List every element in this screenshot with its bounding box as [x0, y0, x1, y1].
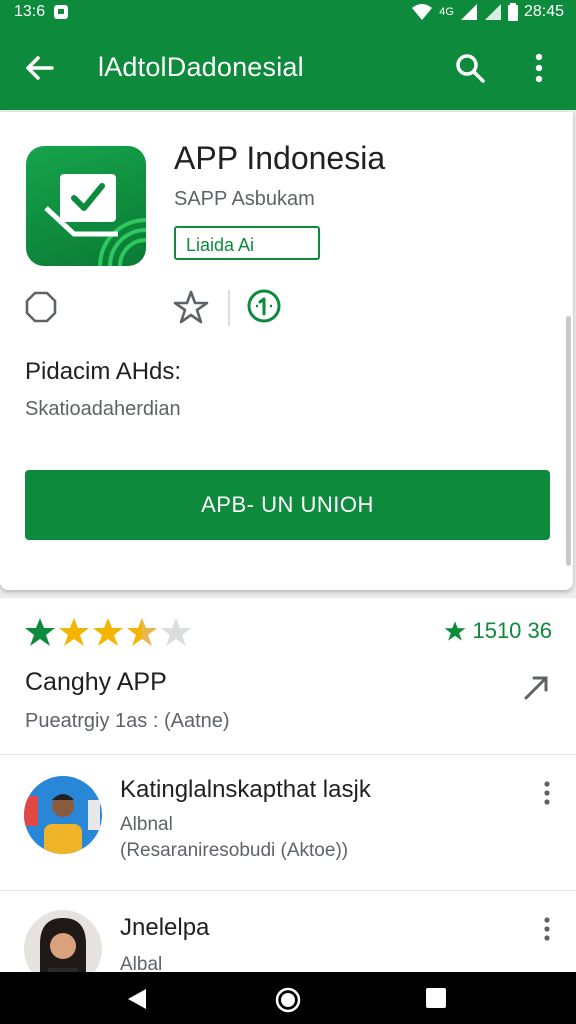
- install-button[interactable]: APB- UN UNIOH: [25, 470, 550, 540]
- more-vert-icon[interactable]: [528, 50, 550, 86]
- rating-count: 1510 36: [444, 618, 552, 644]
- app-toolbar: lAdtolDadonesial: [0, 26, 576, 110]
- checkbox-icon: [44, 174, 146, 266]
- review-section-subtitle: Pueatrgiy 1as : (Aatne): [25, 710, 230, 732]
- edit-arrow-icon[interactable]: [522, 672, 552, 702]
- app-badge: Liaida Ai: [174, 226, 320, 260]
- wifi-icon: [412, 4, 433, 20]
- reviews-card: 1510 36 Canghy APP Pueatrgiy 1as : (Aatn…: [0, 598, 576, 988]
- star-empty-icon: [161, 618, 191, 646]
- star-icon: [93, 618, 123, 646]
- app-name: APP Indonesia: [174, 140, 386, 176]
- signal-icon: [460, 4, 477, 20]
- search-icon[interactable]: [452, 50, 488, 86]
- star-icon: [25, 618, 55, 646]
- app-icon: [26, 146, 146, 266]
- action-divider: [228, 290, 230, 326]
- review-meta-detail: (Resaraniresobudi (Aktoe)): [120, 840, 349, 861]
- divider: [0, 754, 576, 755]
- signal-icon-2: [484, 4, 501, 20]
- reviewer-name: Jnelelpa: [120, 914, 210, 941]
- section-title: Pidacim AHds:: [25, 358, 182, 385]
- recents-icon[interactable]: [424, 986, 448, 1010]
- rating-stars: [24, 616, 192, 648]
- back-icon[interactable]: [124, 986, 150, 1012]
- network-type: 4G: [439, 6, 454, 18]
- arrow-back-icon[interactable]: [22, 50, 58, 86]
- star-half-icon: [127, 618, 157, 646]
- star-icon: [445, 621, 466, 641]
- developer-name[interactable]: SAPP Asbukam: [174, 188, 315, 211]
- status-time-left: 13:6: [14, 3, 46, 20]
- shield-icon[interactable]: [24, 290, 58, 324]
- battery-icon: [507, 3, 518, 21]
- home-icon[interactable]: [274, 986, 302, 1014]
- section-subtitle: Skatioadaherdian: [25, 398, 181, 420]
- app-detail-card: APP Indonesia SAPP Asbukam Liaida Ai Pid…: [0, 112, 573, 590]
- info-icon[interactable]: [246, 288, 282, 324]
- person-avatar-image: [24, 794, 100, 854]
- wishlist-star-icon[interactable]: [172, 288, 210, 326]
- rating-count-text: 1510 36: [472, 618, 552, 643]
- system-nav-bar: [0, 972, 576, 1024]
- more-vert-icon[interactable]: [540, 780, 554, 806]
- star-icon: [59, 618, 89, 646]
- reviewer-name: Katinglalnskapthat lasjk: [120, 776, 371, 803]
- status-time: 28:45: [523, 3, 564, 20]
- scrollbar[interactable]: [566, 316, 571, 566]
- review-meta: Albnal: [120, 814, 173, 835]
- avatar: [24, 776, 102, 854]
- review-section-title[interactable]: Canghy APP: [25, 668, 167, 697]
- notification-icon: [54, 5, 69, 19]
- divider: [0, 890, 576, 891]
- more-vert-icon[interactable]: [540, 916, 554, 942]
- status-bar: 13:6 4G 28:45: [0, 0, 576, 26]
- toolbar-title: lAdtolDadonesial: [98, 52, 304, 82]
